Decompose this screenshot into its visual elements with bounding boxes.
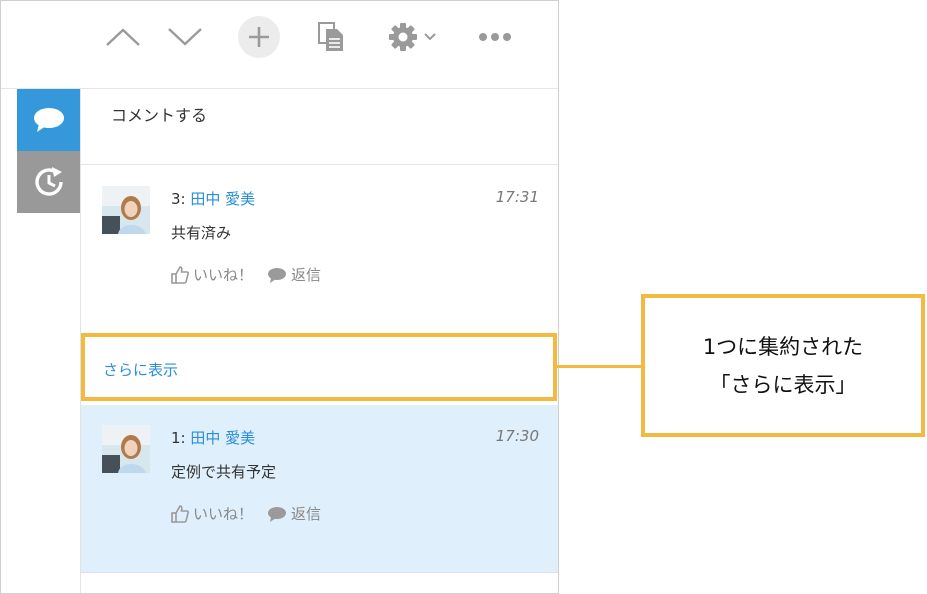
plus-icon [249, 27, 269, 47]
post-header: 3: 田中 愛美 [171, 188, 255, 209]
like-button[interactable]: いいね！ [171, 503, 253, 524]
tab-history[interactable] [17, 151, 80, 213]
comment-placeholder: コメントする [111, 106, 208, 125]
like-label: いいね！ [193, 266, 254, 284]
previous-button[interactable] [101, 15, 145, 59]
author-link[interactable]: 田中 愛美 [190, 190, 255, 208]
comment-input[interactable]: コメントする [81, 89, 558, 165]
like-button[interactable]: いいね！ [171, 264, 253, 285]
callout-connector-line [557, 365, 642, 368]
add-button[interactable] [237, 15, 281, 59]
comment-post-selected: 1: 田中 愛美 17:30 定例で共有予定 いいね！ 返信 [81, 405, 558, 573]
avatar[interactable] [102, 186, 150, 234]
reply-label: 返信 [291, 266, 322, 284]
annotation-callout: 1つに集約された 「さらに表示」 [641, 294, 925, 437]
post-number: 3: [171, 190, 186, 208]
chevron-up-icon [106, 28, 140, 46]
post-actions: いいね！ 返信 [171, 264, 335, 285]
avatar-photo-icon [102, 186, 150, 234]
post-actions: いいね！ 返信 [171, 503, 335, 524]
comment-post: 3: 田中 愛美 17:31 共有済み いいね！ 返信 [81, 166, 558, 331]
reply-label: 返信 [291, 505, 322, 523]
post-header: 1: 田中 愛美 [171, 427, 255, 448]
post-time: 17:30 [495, 427, 539, 445]
more-options-button[interactable] [473, 15, 517, 59]
comment-icon [33, 108, 64, 132]
avatar[interactable] [102, 425, 150, 473]
post-body: 共有済み [171, 224, 232, 242]
reply-bubble-icon [268, 506, 287, 522]
reply-button[interactable]: 返信 [267, 264, 321, 285]
callout-line-1: 1つに集約された [702, 334, 864, 359]
tab-comments[interactable] [17, 89, 80, 151]
reply-bubble-icon [268, 267, 287, 283]
thumbs-up-icon [171, 504, 189, 523]
reply-button[interactable]: 返信 [267, 503, 321, 524]
comment-panel: コメントする 3: 田中 愛美 17:31 共有済み いいね！ 返信 さらに表示… [0, 0, 559, 594]
author-link[interactable]: 田中 愛美 [190, 429, 255, 447]
post-time: 17:31 [495, 188, 539, 206]
settings-button[interactable] [381, 15, 443, 59]
callout-line-2: 「さらに表示」 [709, 372, 857, 397]
gear-icon [389, 23, 417, 51]
document-button[interactable] [309, 15, 353, 59]
toolbar [1, 1, 558, 89]
chevron-down-icon [168, 28, 202, 46]
more-icon [479, 33, 511, 41]
history-icon [34, 167, 63, 196]
next-button[interactable] [163, 15, 207, 59]
post-body: 定例で共有予定 [171, 463, 277, 481]
side-tabs [17, 89, 80, 213]
thumbs-up-icon [171, 265, 189, 284]
like-label: いいね！ [193, 505, 254, 523]
caret-down-icon [424, 33, 436, 41]
show-more-highlight-box [81, 333, 557, 401]
document-icon [318, 22, 343, 51]
post-number: 1: [171, 429, 186, 447]
avatar-photo-icon [102, 425, 150, 473]
